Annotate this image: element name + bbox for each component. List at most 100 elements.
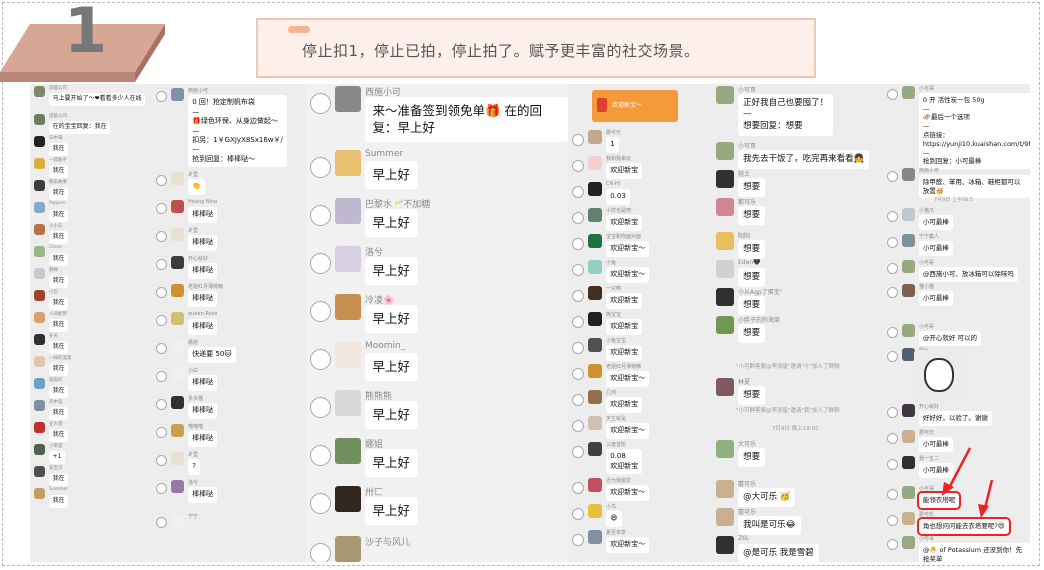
avatar[interactable] <box>716 170 734 188</box>
message-bubble[interactable]: @大可乐 🥳 <box>738 488 796 508</box>
select-radio[interactable] <box>156 399 167 411</box>
avatar[interactable] <box>171 480 184 493</box>
message-bubble[interactable]: 欢迎新宝 <box>606 293 643 309</box>
select-radio[interactable] <box>887 489 898 501</box>
message-bubble[interactable]: @西施小可、放冰箱可以除味吗 <box>919 267 1018 282</box>
message-bubble[interactable]: @是可乐 我是雪碧 <box>738 544 819 562</box>
message-bubble[interactable]: 我在 <box>49 186 69 200</box>
select-radio[interactable] <box>887 459 898 471</box>
message-bubble[interactable]: 早上好 <box>365 401 418 430</box>
select-radio[interactable] <box>156 455 167 467</box>
avatar[interactable] <box>34 290 45 301</box>
select-radio[interactable] <box>887 237 898 249</box>
select-radio[interactable] <box>572 445 584 458</box>
message-bubble[interactable]: 想要 <box>738 324 766 344</box>
avatar[interactable] <box>335 390 361 416</box>
select-radio[interactable] <box>887 171 898 183</box>
message-bubble[interactable]: 我在 <box>49 296 69 310</box>
select-radio[interactable] <box>887 539 898 551</box>
red-packet[interactable]: 欢迎新宝～ <box>592 90 678 122</box>
message-bubble[interactable]: 我在 <box>49 208 69 222</box>
avatar[interactable] <box>588 286 602 300</box>
message-bubble[interactable]: 我在 <box>49 472 69 486</box>
message-bubble[interactable]: 早上好 <box>365 257 418 286</box>
avatar[interactable] <box>902 324 915 337</box>
message-bubble[interactable]: 我先去干饭了，吃完再来看看👧 <box>738 150 870 170</box>
message-bubble[interactable]: 棒棒哒 <box>188 431 218 447</box>
message-bubble[interactable]: 我在 <box>49 252 69 266</box>
message-bubble[interactable]: 0 回！抢定制帆布袋 — 🎁绿色环保、从身边做起～ — 扣另：1￥GXJyX8S… <box>188 95 288 168</box>
message-bubble[interactable]: 早上好 <box>365 353 418 382</box>
select-radio[interactable] <box>572 507 584 520</box>
avatar[interactable] <box>34 158 45 169</box>
avatar[interactable] <box>171 88 184 101</box>
chat-column-2[interactable]: 西施小可 0 回！抢定制帆布袋 — 🎁绿色环保、从身边做起～ — 扣另：1￥GXJ… <box>154 84 304 562</box>
message-bubble[interactable]: 想要 <box>738 178 766 198</box>
message-bubble[interactable]: 马上要开始了～❤看看多少人在线 <box>49 92 146 106</box>
message-bubble[interactable]: 小可最棒 <box>919 241 953 256</box>
avatar[interactable] <box>34 246 45 257</box>
avatar[interactable] <box>902 208 915 221</box>
avatar[interactable] <box>171 172 184 185</box>
avatar[interactable] <box>902 404 915 417</box>
avatar[interactable] <box>34 356 45 367</box>
select-radio[interactable] <box>887 407 898 419</box>
avatar[interactable] <box>716 536 734 554</box>
select-radio[interactable] <box>310 348 331 370</box>
message-bubble[interactable]: 早上好 <box>365 305 418 334</box>
message-bubble[interactable]: 想要 <box>738 448 766 468</box>
select-radio[interactable] <box>572 289 584 302</box>
avatar[interactable] <box>171 514 184 527</box>
message-bubble[interactable]: 想要 <box>738 386 766 406</box>
avatar[interactable] <box>34 422 45 433</box>
avatar[interactable] <box>335 342 361 368</box>
avatar[interactable] <box>335 438 361 464</box>
message-bubble[interactable]: ? <box>188 459 201 475</box>
message-bubble[interactable]: 我在 <box>49 274 69 288</box>
chat-column-1[interactable]: 酒菌公司 马上要开始了～❤看看多少人在线 酒菌公司 在的宝宝回复：我在 日中来 我在 一醉解… <box>30 84 152 562</box>
select-radio[interactable] <box>572 393 584 406</box>
avatar[interactable] <box>902 512 915 525</box>
select-radio[interactable] <box>310 492 331 514</box>
message-bubble[interactable]: 早上好 <box>365 497 418 526</box>
message-bubble[interactable]: 欢迎新宝 <box>606 319 643 335</box>
select-radio[interactable] <box>887 351 898 363</box>
message-bubble[interactable]: 早上好 <box>365 209 418 238</box>
message-bubble[interactable]: 我在 <box>49 384 69 398</box>
message-bubble[interactable]: 棒棒哒 <box>188 375 218 391</box>
avatar[interactable] <box>902 86 915 99</box>
message-bubble[interactable]: 棒棒哒 <box>188 235 218 251</box>
avatar[interactable] <box>34 224 45 235</box>
message-bubble[interactable]: 我在 <box>49 164 69 178</box>
message-bubble[interactable]: 我在 <box>49 494 69 508</box>
message-bubble[interactable]: 棒棒哒 <box>188 263 218 279</box>
message-bubble[interactable]: 欢迎新宝～ <box>606 241 650 257</box>
avatar[interactable] <box>716 86 734 104</box>
select-radio[interactable] <box>887 515 898 527</box>
select-radio[interactable] <box>156 483 167 495</box>
message-bubble[interactable]: 欢迎新宝～ <box>606 485 650 501</box>
select-radio[interactable] <box>572 185 584 198</box>
avatar[interactable] <box>716 480 734 498</box>
message-bubble[interactable]: 我在 <box>49 318 69 332</box>
message-bubble[interactable]: 我叫是可乐😂 <box>738 516 801 536</box>
avatar[interactable] <box>588 416 602 430</box>
message-bubble[interactable]: 欢迎新宝～ <box>606 371 650 387</box>
avatar[interactable] <box>588 208 602 222</box>
select-radio[interactable] <box>156 517 167 529</box>
avatar[interactable] <box>171 284 184 297</box>
message-bubble[interactable]: 欢迎新宝～ <box>606 267 650 283</box>
avatar[interactable] <box>588 312 602 326</box>
avatar[interactable] <box>34 444 45 455</box>
avatar[interactable] <box>171 368 184 381</box>
select-radio[interactable] <box>156 371 167 383</box>
avatar[interactable] <box>335 198 361 224</box>
avatar[interactable] <box>902 234 915 247</box>
message-bubble[interactable]: 欢迎新宝～ <box>606 423 650 439</box>
select-radio[interactable] <box>887 263 898 275</box>
message-bubble[interactable]: 我在 <box>49 428 69 442</box>
avatar[interactable] <box>335 294 361 320</box>
message-bubble[interactable]: 我在 <box>49 406 69 420</box>
select-radio[interactable] <box>156 175 167 187</box>
message-bubble[interactable]: 想要 <box>738 240 766 260</box>
